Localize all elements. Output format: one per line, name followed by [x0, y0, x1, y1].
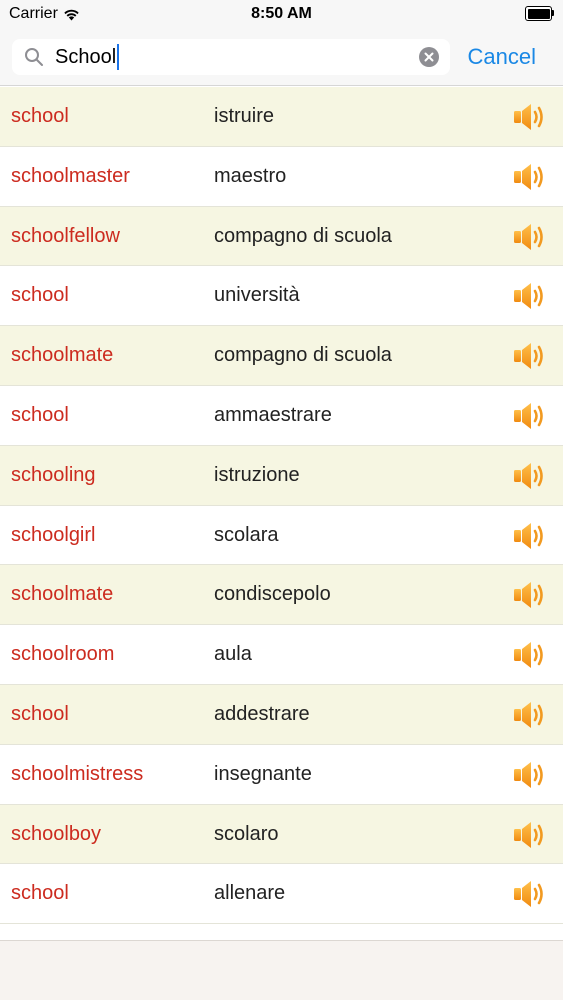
result-word: schoolboy — [11, 822, 102, 845]
speaker-icon[interactable] — [513, 520, 549, 552]
result-word: schoolroom — [11, 643, 115, 666]
result-translation: scolaro — [214, 822, 279, 845]
result-row[interactable]: schoolmaster maestro — [0, 146, 563, 207]
result-row[interactable]: schoolgirl scolara — [0, 505, 563, 566]
result-row[interactable]: schoolroom aula — [0, 625, 563, 685]
speaker-icon[interactable] — [513, 759, 549, 791]
speaker-icon[interactable] — [513, 819, 549, 851]
speaker-icon[interactable] — [513, 460, 549, 492]
result-word: schoolmistress — [11, 762, 144, 785]
result-row[interactable]: school ammaestrare — [0, 385, 563, 446]
result-translation: aula — [214, 643, 252, 666]
result-row[interactable]: schoolboy scolaro — [0, 804, 563, 865]
bottom-toolbar — [0, 940, 563, 1000]
result-translation: istruzione — [214, 463, 300, 486]
speaker-icon[interactable] — [513, 400, 549, 432]
result-row[interactable]: school addestrare — [0, 684, 563, 745]
result-word: schoolmate — [11, 583, 114, 606]
result-word: schoolfellow — [11, 224, 120, 247]
search-bar: School Cancel — [0, 28, 563, 86]
result-word: schoolgirl — [11, 523, 96, 546]
speaker-icon[interactable] — [513, 101, 549, 133]
speaker-icon[interactable] — [513, 579, 549, 611]
result-word: schooling — [11, 463, 96, 486]
cancel-button[interactable]: Cancel — [468, 43, 536, 71]
result-word: schoolmaster — [11, 164, 130, 187]
speaker-icon[interactable] — [513, 161, 549, 193]
result-word: school — [11, 882, 69, 905]
result-translation: addestrare — [214, 702, 310, 725]
search-icon — [24, 47, 44, 67]
result-translation: ammaestrare — [214, 403, 332, 426]
speaker-icon[interactable] — [513, 699, 549, 731]
result-row[interactable]: schooling istruzione — [0, 445, 563, 506]
battery-icon — [525, 6, 555, 21]
search-input-value: School — [55, 46, 117, 68]
result-translation: compagno di scuola — [214, 344, 392, 367]
result-translation: allenare — [214, 882, 286, 905]
result-row[interactable]: school allenare — [0, 864, 563, 925]
result-translation: compagno di scuola — [214, 224, 392, 247]
status-bar: Carrier 8:50 AM — [0, 0, 563, 28]
result-translation: scolara — [214, 523, 279, 546]
result-translation: università — [214, 284, 300, 307]
speaker-icon[interactable] — [513, 639, 549, 671]
result-word: schoolmate — [11, 344, 114, 367]
speaker-icon[interactable] — [513, 221, 549, 253]
result-row[interactable]: schoolmistress insegnante — [0, 744, 563, 805]
result-translation: istruire — [214, 105, 275, 127]
result-row[interactable]: schoolmate condiscepolo — [0, 565, 563, 626]
result-word: school — [11, 403, 69, 426]
result-word: school — [11, 702, 69, 725]
result-word: school — [11, 105, 69, 127]
clear-search-icon[interactable] — [419, 47, 439, 67]
result-translation: condiscepolo — [214, 583, 331, 606]
result-translation: insegnante — [214, 762, 312, 785]
result-row[interactable]: school istruire — [0, 87, 563, 147]
results-list: school istruire schoolmaster maestro sch… — [0, 87, 563, 940]
clock-time: 8:50 AM — [251, 5, 312, 22]
result-row[interactable]: schoolfellow compagno di scuola — [0, 206, 563, 267]
result-translation: maestro — [214, 164, 287, 187]
text-caret — [117, 44, 120, 70]
speaker-icon[interactable] — [513, 878, 549, 910]
speaker-icon[interactable] — [513, 280, 549, 312]
result-word: school — [11, 284, 69, 307]
result-row[interactable]: school università — [0, 266, 563, 327]
search-input[interactable]: School — [55, 44, 120, 70]
search-field[interactable]: School — [12, 39, 450, 75]
speaker-icon[interactable] — [513, 340, 549, 372]
result-row[interactable]: schoolmate compagno di scuola — [0, 326, 563, 386]
